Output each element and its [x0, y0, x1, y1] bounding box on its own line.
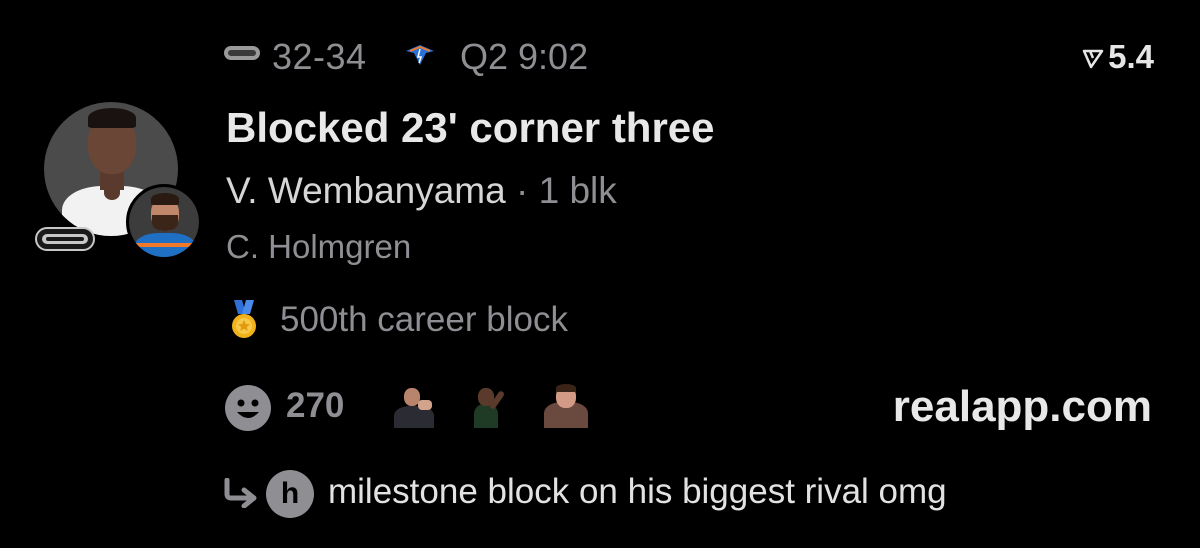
- play-headline: Blocked 23' corner three: [226, 104, 715, 151]
- game-clock: Q2 9:02: [460, 36, 589, 77]
- rating-value: 5.4: [1108, 38, 1154, 75]
- thunder-logo-icon: [406, 45, 434, 65]
- secondary-player-name[interactable]: C. Holmgren: [226, 228, 411, 266]
- spurs-badge-icon: [35, 227, 95, 251]
- smiley-icon[interactable]: [224, 384, 272, 432]
- player-stat: · 1 blk: [505, 170, 617, 211]
- primary-player-line[interactable]: V. Wembanyama · 1 blk: [226, 170, 617, 212]
- milestone-text: 500th career block: [280, 300, 568, 339]
- rating-arrow-icon: [1082, 49, 1104, 69]
- play-rating: 5.4: [1082, 38, 1154, 76]
- reactor-avatar-3[interactable]: [540, 382, 592, 428]
- reactor-avatar-1[interactable]: [388, 382, 440, 428]
- reactor-avatar-2[interactable]: [466, 382, 518, 428]
- medal-icon: [232, 300, 256, 338]
- reply-user-avatar[interactable]: h: [266, 470, 314, 518]
- reply-arrow-icon: [224, 478, 257, 508]
- game-score: 32-34: [272, 36, 367, 77]
- holmgren-avatar[interactable]: [126, 184, 202, 260]
- reply-text[interactable]: milestone block on his biggest rival omg: [328, 472, 947, 512]
- reply-user-initial: h: [280, 477, 300, 510]
- reaction-count[interactable]: 270: [286, 386, 344, 426]
- spurs-logo-icon: [224, 46, 260, 60]
- primary-player-name[interactable]: V. Wembanyama: [226, 170, 506, 211]
- brand-link[interactable]: realapp.com: [893, 382, 1152, 432]
